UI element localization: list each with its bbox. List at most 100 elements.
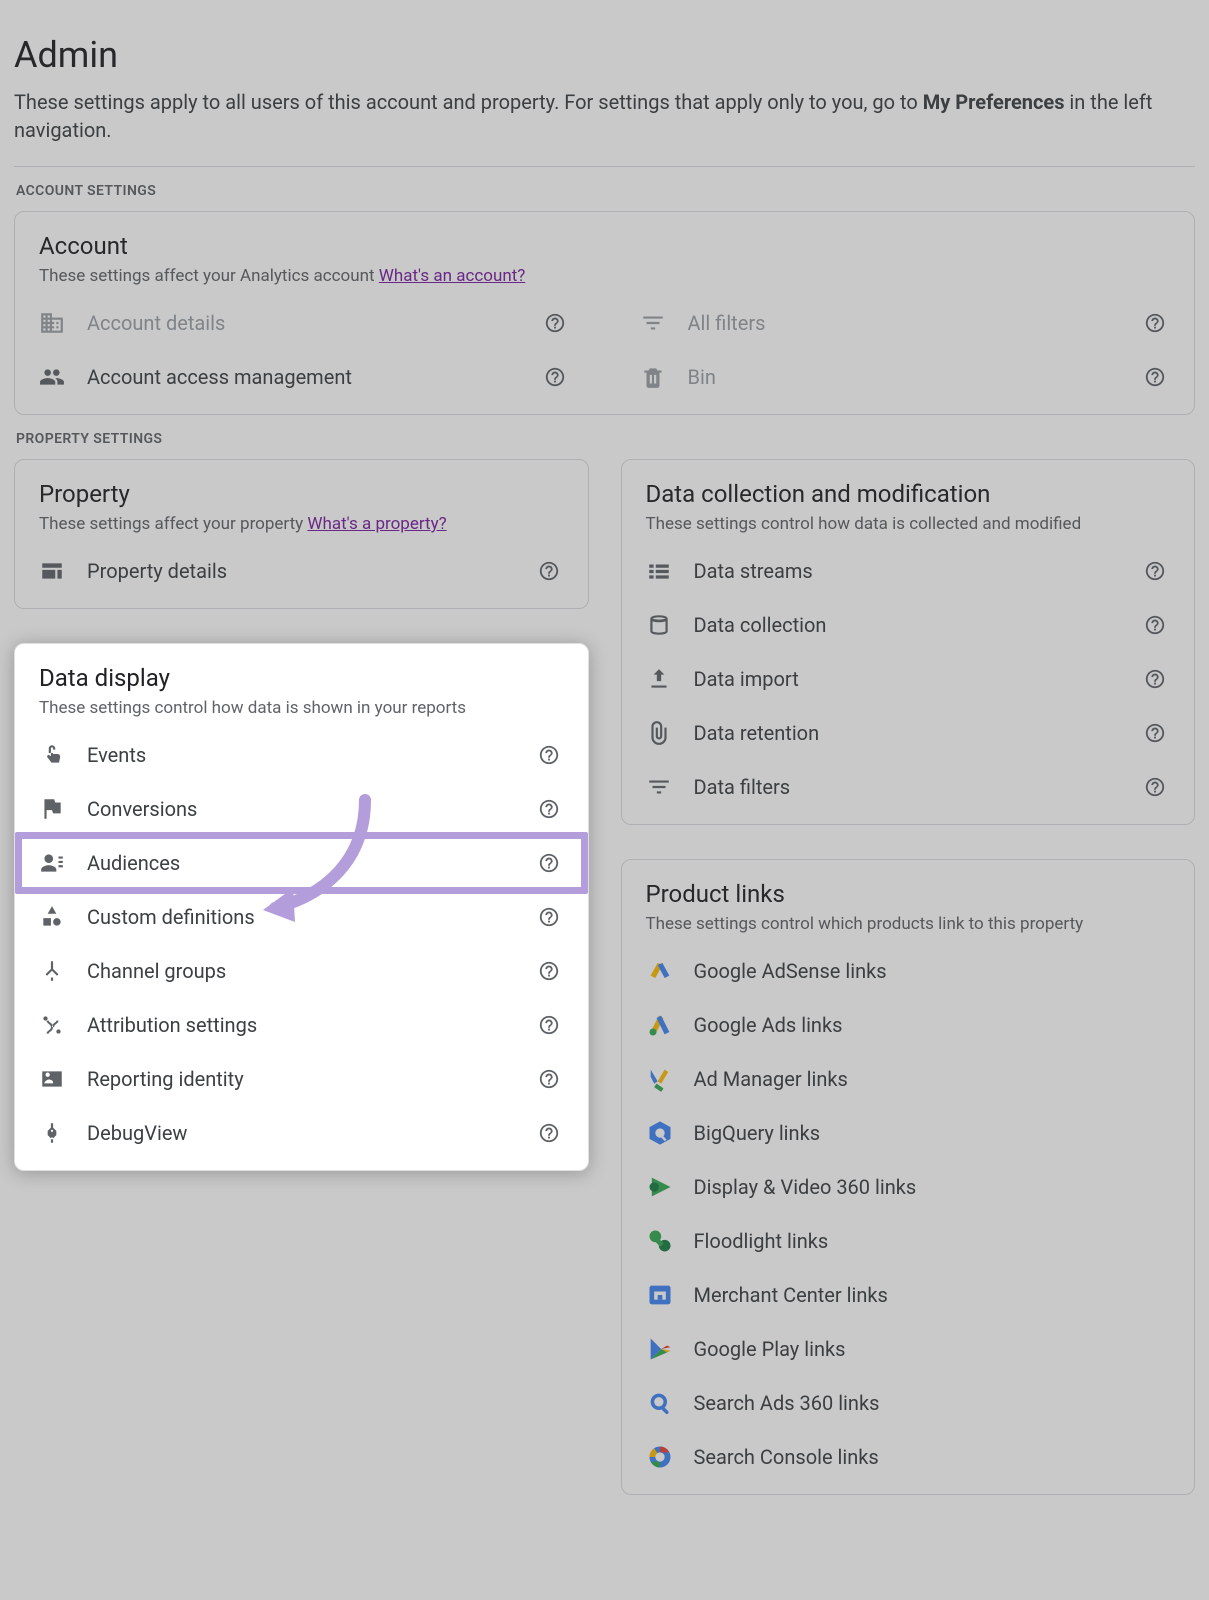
adsense-label: Google AdSense links [694,959,1171,983]
row-ads[interactable]: Google Ads links [646,998,1171,1052]
account-card-title: Account [39,232,1170,260]
row-debugview[interactable]: DebugView [39,1106,564,1160]
page-title: Admin [14,34,1195,76]
data-display-subtitle: These settings control how data is shown… [39,698,564,718]
row-conversions[interactable]: Conversions [39,782,564,836]
filter-icon [646,774,694,800]
row-data-filters[interactable]: Data filters [646,760,1171,814]
bigquery-label: BigQuery links [694,1121,1171,1145]
account-details-help-icon[interactable] [540,308,570,338]
row-events[interactable]: Events [39,728,564,782]
conversions-label: Conversions [87,797,534,821]
reporting-identity-help-icon[interactable] [534,1064,564,1094]
product-links-subtitle: These settings control which products li… [646,914,1171,934]
touch-icon [39,742,87,768]
row-merchant[interactable]: Merchant Center links [646,1268,1171,1322]
whats-a-property-link[interactable]: What's a property? [307,514,446,534]
channel-groups-help-icon[interactable] [534,956,564,986]
row-property-details[interactable]: Property details [39,544,564,598]
floodlight-label: Floodlight links [694,1229,1171,1253]
property-card-subtitle: These settings affect your property What… [39,514,564,534]
data-streams-help-icon[interactable] [1140,556,1170,586]
all-filters-label: All filters [688,311,1141,335]
all-filters-help-icon[interactable] [1140,308,1170,338]
row-data-retention[interactable]: Data retention [646,706,1171,760]
row-floodlight[interactable]: Floodlight links [646,1214,1171,1268]
ads-icon [646,1011,694,1039]
row-data-import[interactable]: Data import [646,652,1171,706]
sa360-label: Search Ads 360 links [694,1391,1171,1415]
custom-definitions-label: Custom definitions [87,905,534,929]
row-dv360[interactable]: Display & Video 360 links [646,1160,1171,1214]
row-data-streams[interactable]: Data streams [646,544,1171,598]
conversions-help-icon[interactable] [534,794,564,824]
clip-icon [646,720,694,746]
personlist-icon [39,850,87,876]
play-icon [646,1335,694,1363]
data-import-label: Data import [694,667,1141,691]
domain-icon [39,310,87,336]
data-streams-label: Data streams [694,559,1141,583]
streams-icon [646,558,694,584]
row-admanager[interactable]: Ad Manager links [646,1052,1171,1106]
account-details-label: Account details [87,311,540,335]
db-icon [646,612,694,638]
row-channel-groups[interactable]: Channel groups [39,944,564,998]
data-collection-subtitle: These settings control how data is colle… [646,514,1171,534]
row-audiences[interactable]: Audiences [39,836,564,890]
searchconsole-icon [646,1443,694,1471]
admanager-label: Ad Manager links [694,1067,1171,1091]
account-access-label: Account access management [87,365,540,389]
row-sa360[interactable]: Search Ads 360 links [646,1376,1171,1430]
attribution-label: Attribution settings [87,1013,534,1037]
whats-an-account-link[interactable]: What's an account? [379,266,526,286]
attribution-help-icon[interactable] [534,1010,564,1040]
debugview-label: DebugView [87,1121,534,1145]
upload-icon [646,666,694,692]
dv360-label: Display & Video 360 links [694,1175,1171,1199]
audiences-help-icon[interactable] [534,848,564,878]
bin-help-icon[interactable] [1140,362,1170,392]
searchconsole-label: Search Console links [694,1445,1171,1469]
data-retention-help-icon[interactable] [1140,718,1170,748]
data-filters-help-icon[interactable] [1140,772,1170,802]
account-card: Account These settings affect your Analy… [14,211,1195,415]
events-help-icon[interactable] [534,740,564,770]
adsense-icon [646,957,694,985]
property-card-title: Property [39,480,564,508]
route-icon [39,1012,87,1038]
row-account-access[interactable]: Account access management [39,350,570,404]
property-details-help-icon[interactable] [534,556,564,586]
filter-icon [640,310,688,336]
row-custom-definitions[interactable]: Custom definitions [39,890,564,944]
row-data-collection[interactable]: Data collection [646,598,1171,652]
flag-icon [39,796,87,822]
row-reporting-identity[interactable]: Reporting identity [39,1052,564,1106]
account-access-help-icon[interactable] [540,362,570,392]
merchant-label: Merchant Center links [694,1283,1171,1307]
audiences-label: Audiences [87,851,534,875]
admanager-icon [646,1065,694,1093]
dv360-icon [646,1173,694,1201]
reporting-identity-label: Reporting identity [87,1067,534,1091]
page-description: These settings apply to all users of thi… [14,88,1195,144]
row-searchconsole[interactable]: Search Console links [646,1430,1171,1484]
row-attribution[interactable]: Attribution settings [39,998,564,1052]
row-all-filters[interactable]: All filters [640,296,1171,350]
people-icon [39,364,87,390]
row-bigquery[interactable]: BigQuery links [646,1106,1171,1160]
row-adsense[interactable]: Google AdSense links [646,944,1171,998]
sa360-icon [646,1389,694,1417]
product-links-card: Product links These settings control whi… [621,859,1196,1495]
data-collection-title: Data collection and modification [646,480,1171,508]
debugview-help-icon[interactable] [534,1118,564,1148]
web-icon [39,558,87,584]
section-account-settings: ACCOUNT SETTINGS [16,183,1195,199]
row-play[interactable]: Google Play links [646,1322,1171,1376]
row-account-details[interactable]: Account details [39,296,570,350]
data-import-help-icon[interactable] [1140,664,1170,694]
row-bin[interactable]: Bin [640,350,1171,404]
data-collection-help-icon[interactable] [1140,610,1170,640]
custom-definitions-help-icon[interactable] [534,902,564,932]
property-card: Property These settings affect your prop… [14,459,589,609]
